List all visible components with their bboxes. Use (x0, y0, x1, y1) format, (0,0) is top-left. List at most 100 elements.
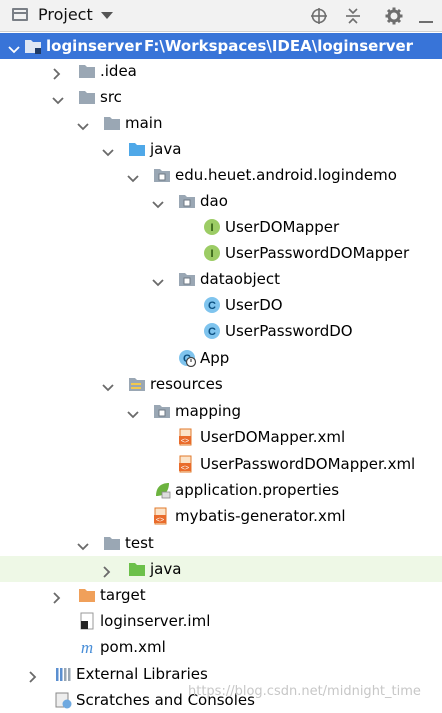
collapse-arrow-right-icon[interactable] (52, 589, 62, 604)
tree-item-label: UserDO (225, 296, 283, 314)
tree-row-userpassworddomapper[interactable]: I UserPasswordDOMapper (0, 240, 442, 266)
tree-row-userpassworddomapper-xml[interactable]: <> UserPasswordDOMapper.xml (0, 451, 442, 477)
source-folder-icon (128, 140, 146, 158)
libraries-icon (54, 665, 72, 683)
package-icon (178, 270, 196, 288)
tree-item-label: External Libraries (76, 665, 208, 683)
tree-item-label: java (150, 140, 182, 158)
svg-text:C: C (208, 300, 216, 312)
folder-icon (103, 534, 121, 552)
collapse-arrow-right-icon[interactable] (102, 563, 112, 578)
tree-item-label: loginserver (46, 37, 142, 55)
tree-item-label: edu.heuet.android.logindemo (175, 166, 397, 184)
tree-row-main[interactable]: main (0, 110, 442, 136)
hide-icon[interactable] (416, 6, 436, 26)
expand-arrow-down-icon[interactable] (102, 378, 114, 392)
tree-item-label: target (100, 586, 146, 604)
tree-row-java[interactable]: java (0, 136, 442, 162)
tree-item-label: UserDOMapper (225, 218, 340, 236)
tree-row-src[interactable]: src (0, 84, 442, 110)
project-view-title[interactable]: Project (38, 5, 93, 24)
class-icon: C (203, 322, 221, 340)
package-icon (153, 402, 171, 420)
tree-row-dao[interactable]: dao (0, 188, 442, 214)
tree-item-label: application.properties (175, 481, 340, 499)
expand-arrow-down-icon[interactable] (152, 195, 164, 209)
tree-row-target[interactable]: target (0, 582, 442, 608)
xml-file-icon: <> (153, 507, 171, 525)
tree-row-userdo[interactable]: C UserDO (0, 292, 442, 318)
maven-icon: m (78, 638, 96, 657)
spring-boot-app-icon: C (178, 349, 197, 368)
expand-arrow-down-icon[interactable] (102, 143, 114, 157)
tree-row--idea[interactable]: .idea (0, 58, 442, 84)
expand-arrow-down-icon[interactable] (8, 40, 20, 54)
test-source-folder-icon (128, 560, 146, 578)
tree-row-mybatis-generator-xml[interactable]: <> mybatis-generator.xml (0, 503, 442, 529)
tree-row-userdomapper-xml[interactable]: <> UserDOMapper.xml (0, 424, 442, 450)
view-selector-dropdown-icon[interactable] (101, 12, 113, 19)
tree-item-label: mybatis-generator.xml (175, 507, 346, 525)
watermark-text: https://blog.csdn.net/midnight_time (188, 684, 421, 699)
tree-item-label: .idea (100, 62, 137, 80)
expand-arrow-down-icon[interactable] (127, 169, 139, 183)
tree-item-label: dataobject (200, 270, 281, 288)
resources-folder-icon (128, 375, 146, 393)
tree-item-label: resources (150, 375, 223, 393)
tree-item-label: loginserver.iml (100, 612, 211, 630)
tree-row-userdomapper[interactable]: I UserDOMapper (0, 214, 442, 240)
tree-row-pom-xml[interactable]: m pom.xml (0, 634, 442, 660)
expand-arrow-down-icon[interactable] (152, 273, 164, 287)
project-tree[interactable]: loginserver F:\Workspaces\IDEA\loginserve… (0, 33, 442, 712)
tree-row-test[interactable]: test (0, 530, 442, 556)
collapse-all-icon[interactable] (343, 6, 363, 26)
expand-arrow-down-icon[interactable] (52, 91, 64, 105)
svg-text:m: m (81, 638, 93, 656)
expand-arrow-down-icon[interactable] (77, 537, 89, 551)
interface-icon: I (203, 244, 221, 262)
svg-text:I: I (210, 248, 213, 260)
svg-text:C: C (208, 326, 216, 338)
project-view-icon (12, 8, 28, 21)
tree-row-loginserver[interactable]: loginserver F:\Workspaces\IDEA\loginserve… (0, 33, 442, 59)
tree-item-label: mapping (175, 402, 242, 420)
package-icon (153, 166, 171, 184)
svg-text:I: I (210, 222, 213, 234)
collapse-arrow-right-icon[interactable] (28, 668, 38, 683)
tree-item-label: dao (200, 192, 228, 210)
tree-item-label: java (150, 560, 182, 578)
tree-item-label: UserPasswordDO (225, 322, 353, 340)
folder-icon (78, 62, 96, 80)
tree-row-app[interactable]: CApp (0, 345, 442, 371)
tree-item-label: UserDOMapper.xml (200, 428, 346, 446)
excluded-folder-icon (78, 586, 96, 604)
tree-row-application-properties[interactable]: application.properties (0, 477, 442, 503)
scratches-icon (54, 691, 72, 709)
tree-item-label: UserPasswordDOMapper (225, 244, 410, 262)
tree-item-label: main (125, 114, 163, 132)
tree-item-label: pom.xml (100, 638, 166, 656)
folder-icon (78, 88, 96, 106)
collapse-arrow-right-icon[interactable] (52, 65, 62, 80)
expand-arrow-down-icon[interactable] (77, 117, 89, 131)
tree-row-java[interactable]: java (0, 556, 442, 582)
package-icon (178, 192, 196, 210)
tree-row-mapping[interactable]: mapping (0, 398, 442, 424)
folder-icon (103, 114, 121, 132)
tree-row-edu-heuet-android-logindemo[interactable]: edu.heuet.android.logindemo (0, 162, 442, 188)
class-icon: C (203, 296, 221, 314)
project-tool-window-header: Project (0, 0, 442, 32)
gear-icon[interactable] (384, 6, 404, 26)
xml-file-icon: <> (178, 455, 196, 473)
tree-row-dataobject[interactable]: dataobject (0, 266, 442, 292)
tree-row-userpassworddo[interactable]: C UserPasswordDO (0, 318, 442, 344)
expand-arrow-down-icon[interactable] (127, 405, 139, 419)
module-path-label: F:\Workspaces\IDEA\loginserver (144, 37, 414, 55)
tree-item-label: App (200, 349, 230, 367)
locate-icon[interactable] (309, 6, 329, 26)
tree-item-label: test (125, 534, 154, 552)
tree-row-resources[interactable]: resources (0, 371, 442, 397)
tree-row-loginserver-iml[interactable]: loginserver.iml (0, 608, 442, 634)
xml-file-icon: <> (178, 428, 196, 446)
tree-item-label: UserPasswordDOMapper.xml (200, 455, 416, 473)
